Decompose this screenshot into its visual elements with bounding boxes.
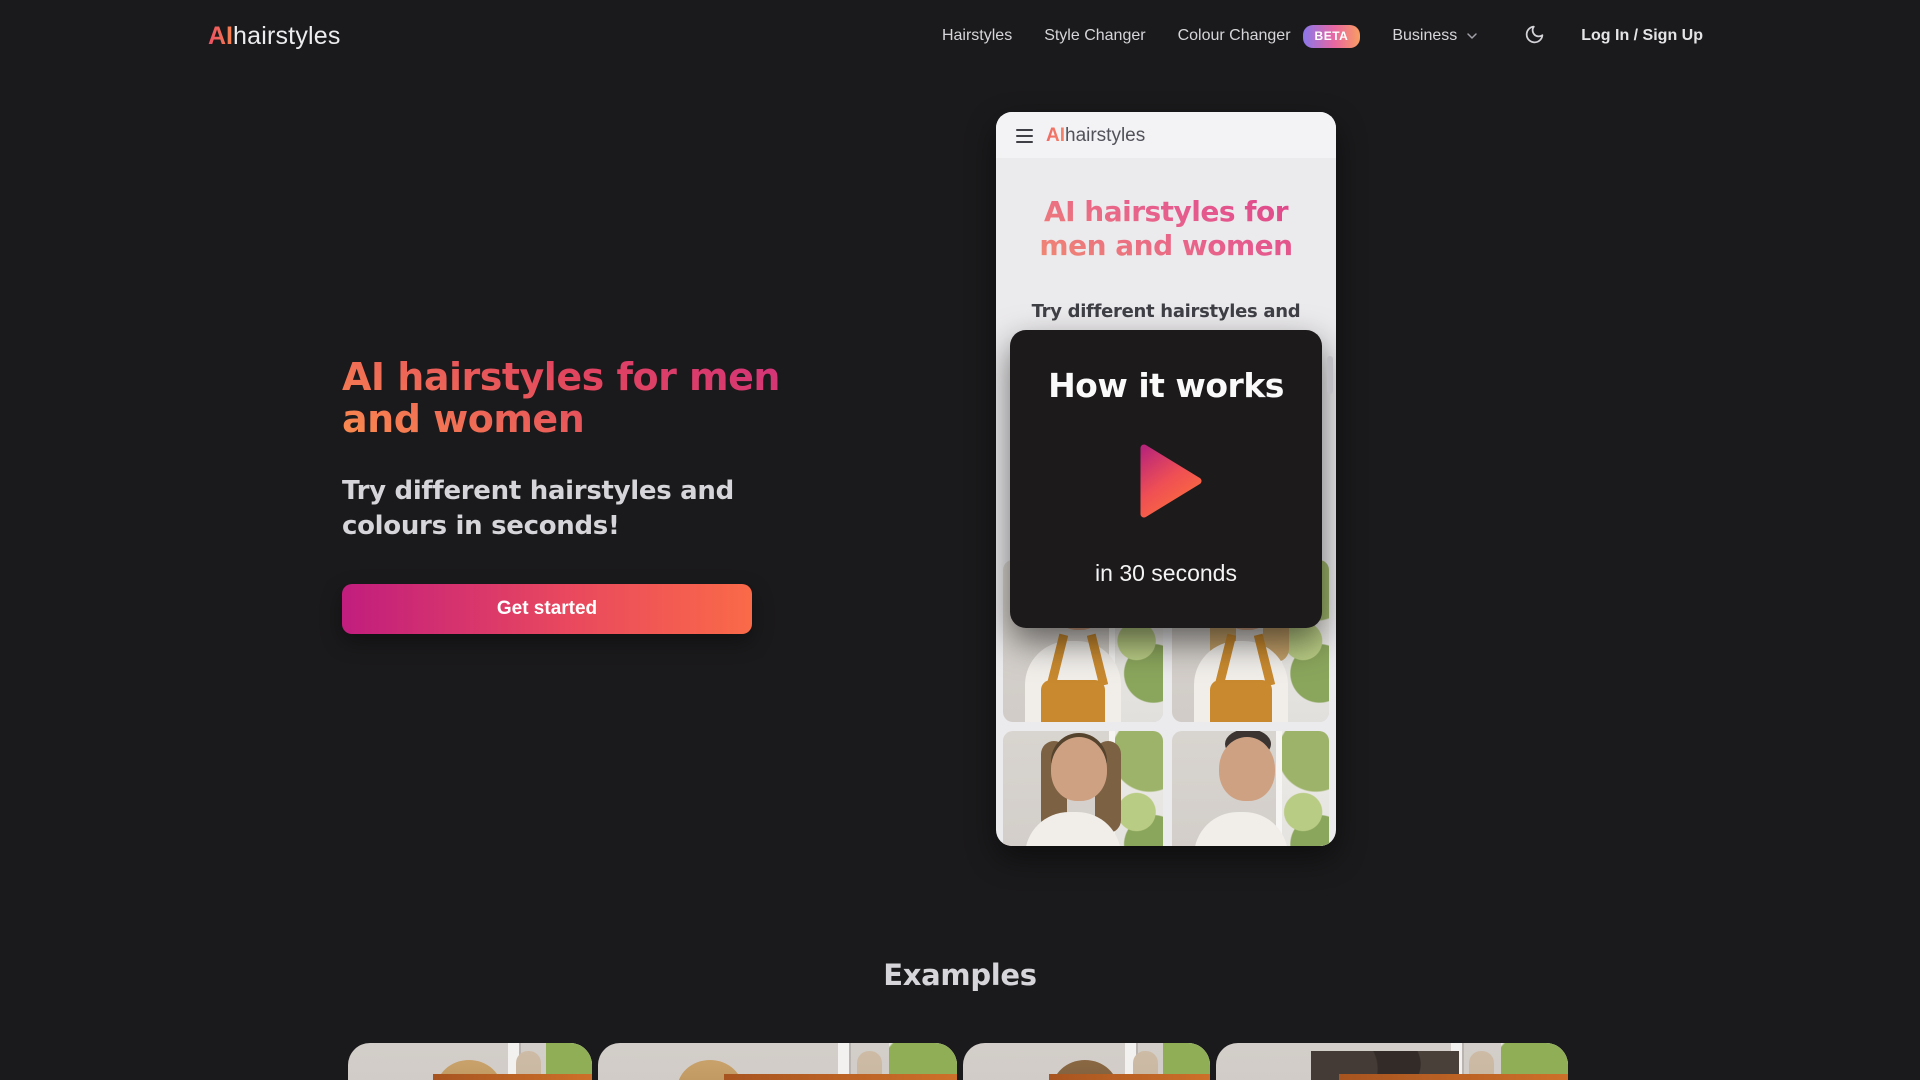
- nav-link-colour-changer[interactable]: Colour Changer BETA: [1178, 25, 1361, 48]
- examples-row: [348, 1043, 1568, 1080]
- logo-text: hairstyles: [233, 22, 341, 51]
- example-image: [963, 1043, 1210, 1080]
- phone-example-photo: [1003, 731, 1163, 846]
- moon-icon: [1524, 24, 1545, 48]
- example-image: [1216, 1043, 1568, 1080]
- hero-section: AI hairstyles for menand women Try diffe…: [342, 356, 822, 634]
- get-started-button[interactable]: Get started: [342, 584, 752, 634]
- nav-link-hairstyles[interactable]: Hairstyles: [942, 27, 1012, 45]
- top-navbar: AIhairstyles Hairstyles Style Changer Co…: [208, 0, 1703, 72]
- play-button[interactable]: [1140, 444, 1202, 518]
- phone-example-photo: [1172, 731, 1329, 846]
- beta-badge: BETA: [1303, 25, 1361, 48]
- hero-subtitle: Try different hairstyles andcolours in s…: [342, 474, 822, 544]
- example-image: [598, 1043, 957, 1080]
- chevron-down-icon: [1464, 28, 1480, 44]
- login-signup-link[interactable]: Log In / Sign Up: [1581, 27, 1703, 45]
- logo-ai: AI: [208, 22, 233, 51]
- theme-toggle-button[interactable]: [1524, 24, 1545, 48]
- hero-title: AI hairstyles for menand women: [342, 356, 822, 440]
- menu-icon: [1016, 129, 1033, 147]
- how-it-works-card: How it works in 30 seconds: [1010, 330, 1322, 628]
- nav-link-business[interactable]: Business: [1392, 27, 1480, 45]
- example-image: [348, 1043, 592, 1080]
- play-icon: [1140, 506, 1202, 521]
- window-backdrop: [1276, 731, 1329, 846]
- phone-mockup-logo: AIhairstyles: [1046, 125, 1145, 147]
- how-it-works-caption: in 30 seconds: [1010, 560, 1322, 587]
- nav-links: Hairstyles Style Changer Colour Changer …: [910, 24, 1703, 48]
- nav-link-style-changer[interactable]: Style Changer: [1044, 27, 1145, 45]
- phone-mockup: AIhairstyles AI hairstyles formen and wo…: [996, 112, 1336, 846]
- examples-heading: Examples: [0, 958, 1920, 992]
- phone-scrollbar-thumb[interactable]: [1327, 356, 1333, 394]
- phone-mockup-title: AI hairstyles formen and women: [996, 195, 1336, 263]
- site-logo[interactable]: AIhairstyles: [208, 22, 341, 51]
- how-it-works-title: How it works: [1010, 366, 1322, 405]
